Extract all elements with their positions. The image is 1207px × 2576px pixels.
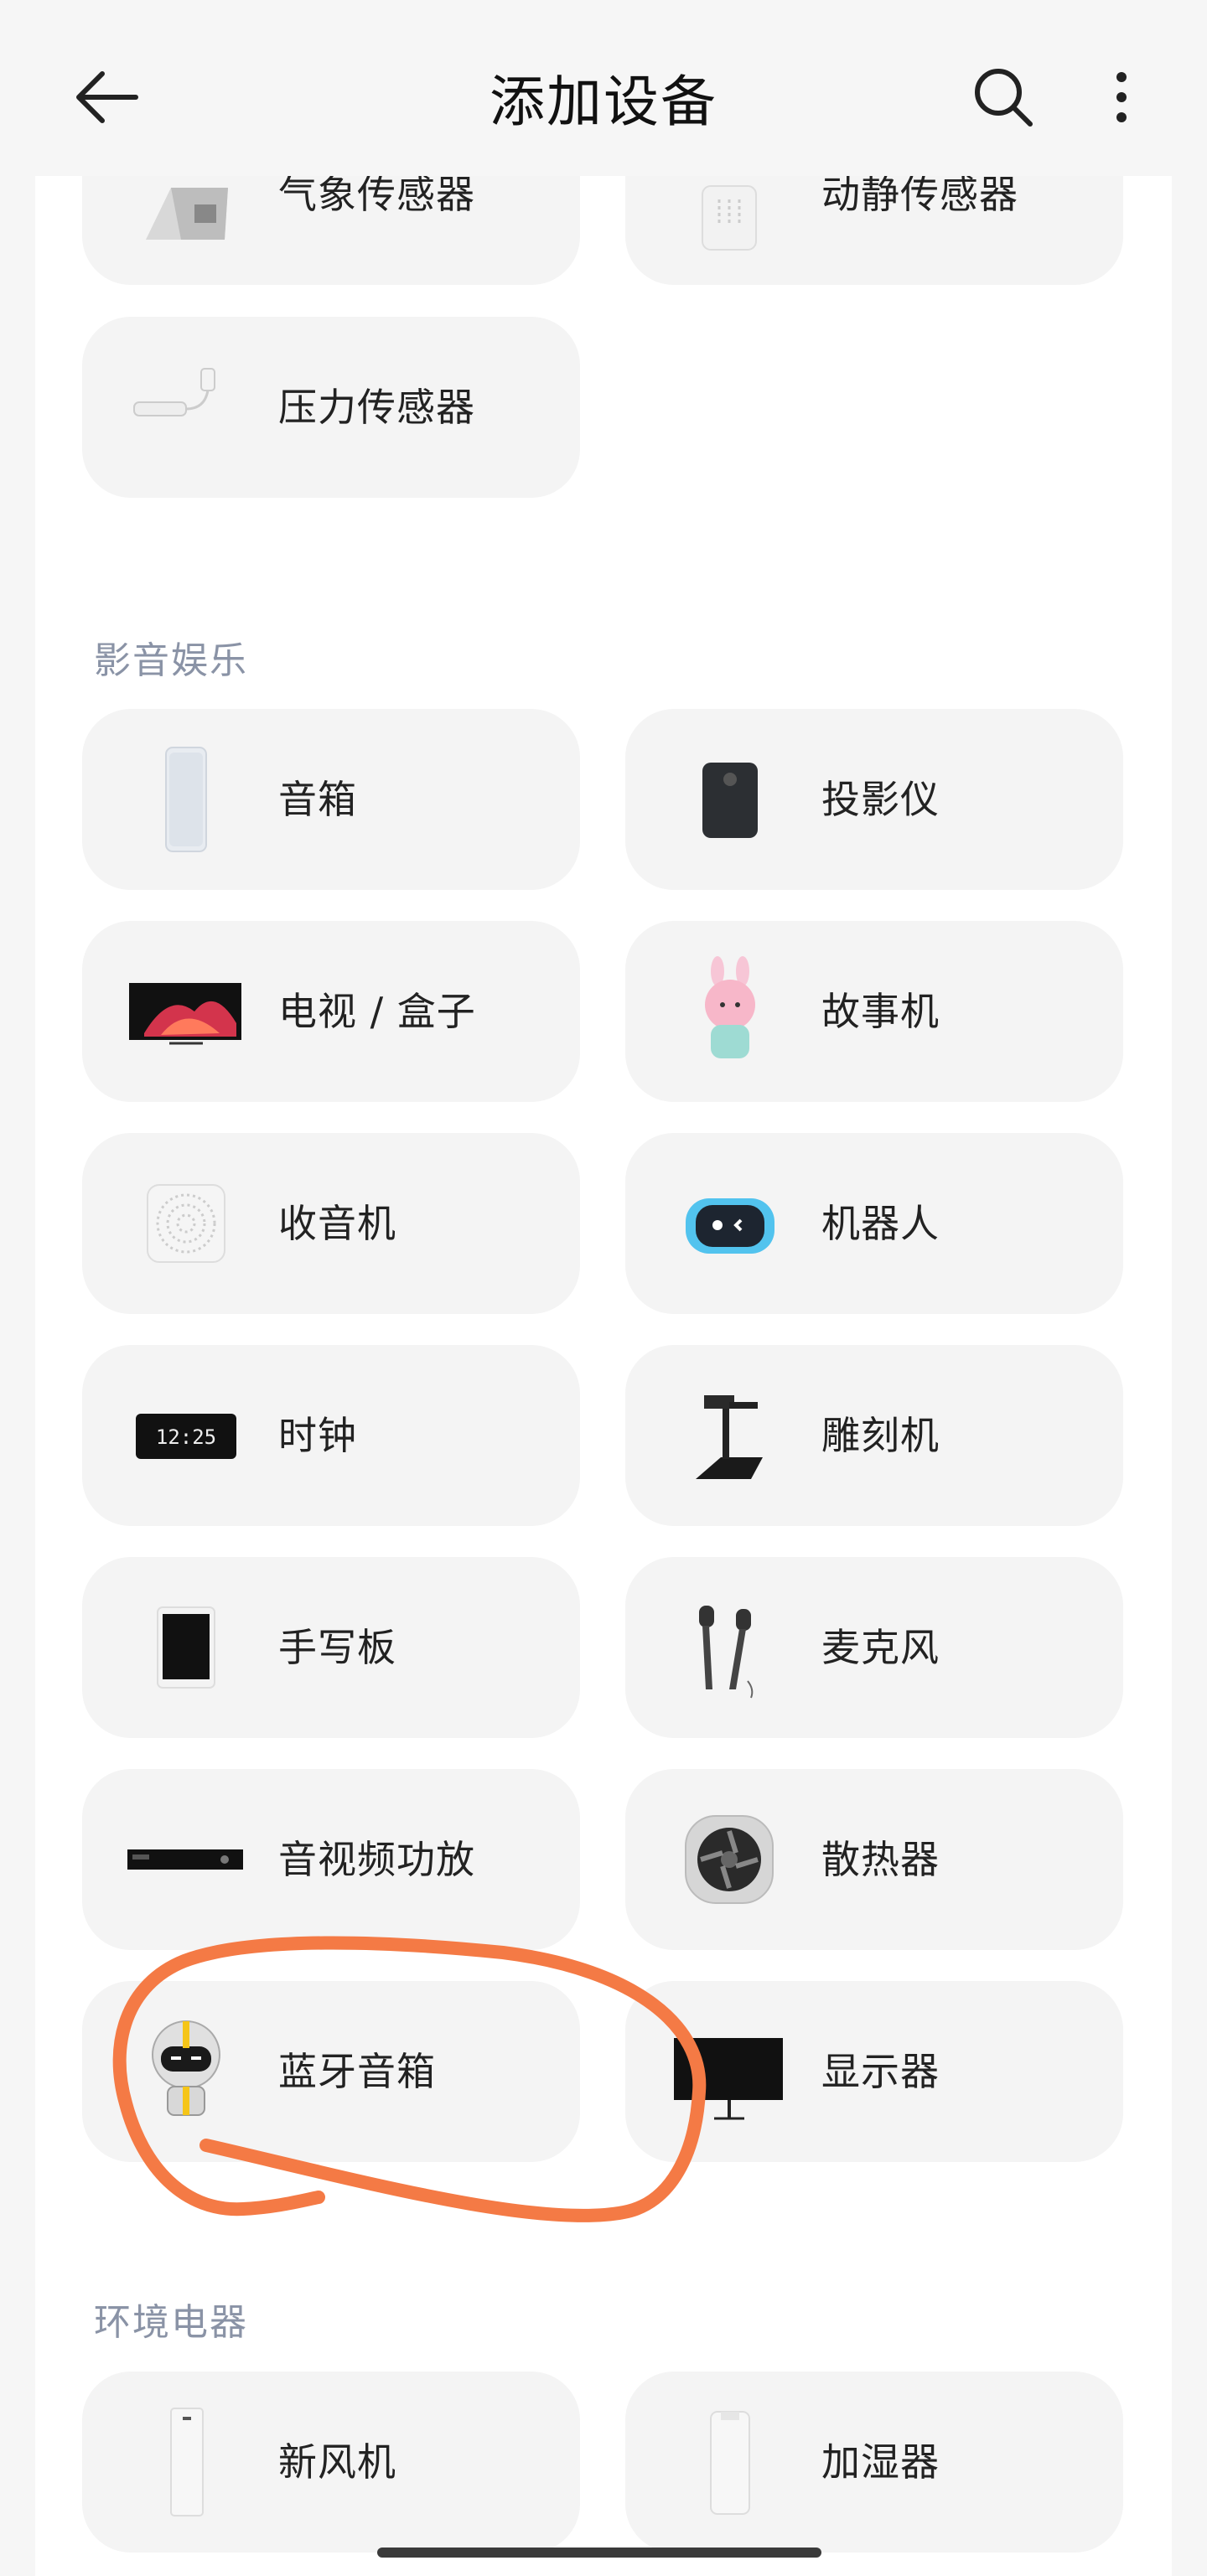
device-card-projector[interactable]: 投影仪: [625, 709, 1123, 890]
device-label: 收音机: [278, 1201, 396, 1246]
device-card-fresh-air[interactable]: 新风机: [82, 2372, 580, 2553]
amplifier-icon: [127, 1849, 243, 1870]
device-label: 故事机: [821, 989, 940, 1034]
device-card-speaker[interactable]: 音箱: [82, 709, 580, 890]
device-label: 雕刻机: [821, 1413, 940, 1458]
device-label: 散热器: [821, 1837, 940, 1882]
device-label: 手写板: [278, 1625, 396, 1670]
device-card-cooler[interactable]: 散热器: [625, 1769, 1123, 1950]
device-card-tv-box[interactable]: 电视 / 盒子: [82, 921, 580, 1102]
engraver-icon: [696, 1395, 763, 1479]
device-card-microphone[interactable]: 麦克风: [625, 1557, 1123, 1738]
search-icon: [975, 69, 1033, 127]
fresh-air-icon: [170, 2408, 204, 2517]
bluetooth-speaker-robot-icon: [152, 2020, 220, 2116]
device-label: 显示器: [821, 2049, 940, 2094]
robot-icon: [686, 1198, 774, 1254]
smart-speaker-icon: [165, 747, 207, 852]
cooler-icon: [685, 1815, 774, 1904]
top-bar: 添加设备: [0, 0, 1207, 176]
clock-icon: 12:25: [136, 1414, 236, 1459]
device-label: 麦克风: [821, 1625, 940, 1670]
home-indicator[interactable]: [377, 2548, 821, 2558]
device-label: 机器人: [821, 1201, 940, 1246]
device-label: 蓝牙音箱: [278, 2049, 436, 2094]
device-label: 压力传感器: [278, 385, 475, 430]
tablet-icon: [157, 1606, 215, 1689]
section-title-environment: 环境电器: [94, 2301, 248, 2344]
device-card-humidifier[interactable]: 加湿器: [625, 2372, 1123, 2553]
device-card-story-machine[interactable]: 故事机: [625, 921, 1123, 1102]
pressure-sensor-icon: [133, 368, 215, 416]
projector-icon: [702, 763, 758, 838]
monitor-icon: [674, 2038, 783, 2120]
device-card-bluetooth-speaker[interactable]: 蓝牙音箱: [82, 1981, 580, 2162]
device-label: 音视频功放: [278, 1837, 475, 1882]
device-card-monitor[interactable]: 显示器: [625, 1981, 1123, 2162]
device-label: 音箱: [278, 777, 357, 822]
device-label: 新风机: [278, 2439, 396, 2485]
device-label: 加湿器: [821, 2439, 940, 2485]
device-card-clock[interactable]: 12:25 时钟: [82, 1345, 580, 1526]
device-card-amplifier[interactable]: 音视频功放: [82, 1769, 580, 1950]
microphone-icon: [699, 1606, 754, 1699]
more-vertical-icon: [1116, 72, 1127, 122]
device-card-tablet[interactable]: 手写板: [82, 1557, 580, 1738]
device-card-radio[interactable]: 收音机: [82, 1133, 580, 1314]
story-machine-icon: [705, 956, 755, 1058]
radio-icon: [147, 1184, 225, 1263]
device-card-engraver[interactable]: 雕刻机: [625, 1345, 1123, 1526]
svg-text:12:25: 12:25: [156, 1425, 216, 1449]
section-title-av: 影音娱乐: [94, 639, 248, 682]
device-card-robot[interactable]: 机器人: [625, 1133, 1123, 1314]
device-card-pressure-sensor[interactable]: 压力传感器: [82, 317, 580, 498]
search-button[interactable]: [968, 62, 1039, 132]
more-button[interactable]: [1090, 62, 1157, 132]
device-label: 时钟: [278, 1413, 357, 1458]
device-label: 投影仪: [821, 777, 940, 822]
humidifier-icon: [710, 2411, 750, 2515]
tv-icon: [129, 983, 241, 1045]
device-label: 电视 / 盒子: [278, 989, 476, 1034]
